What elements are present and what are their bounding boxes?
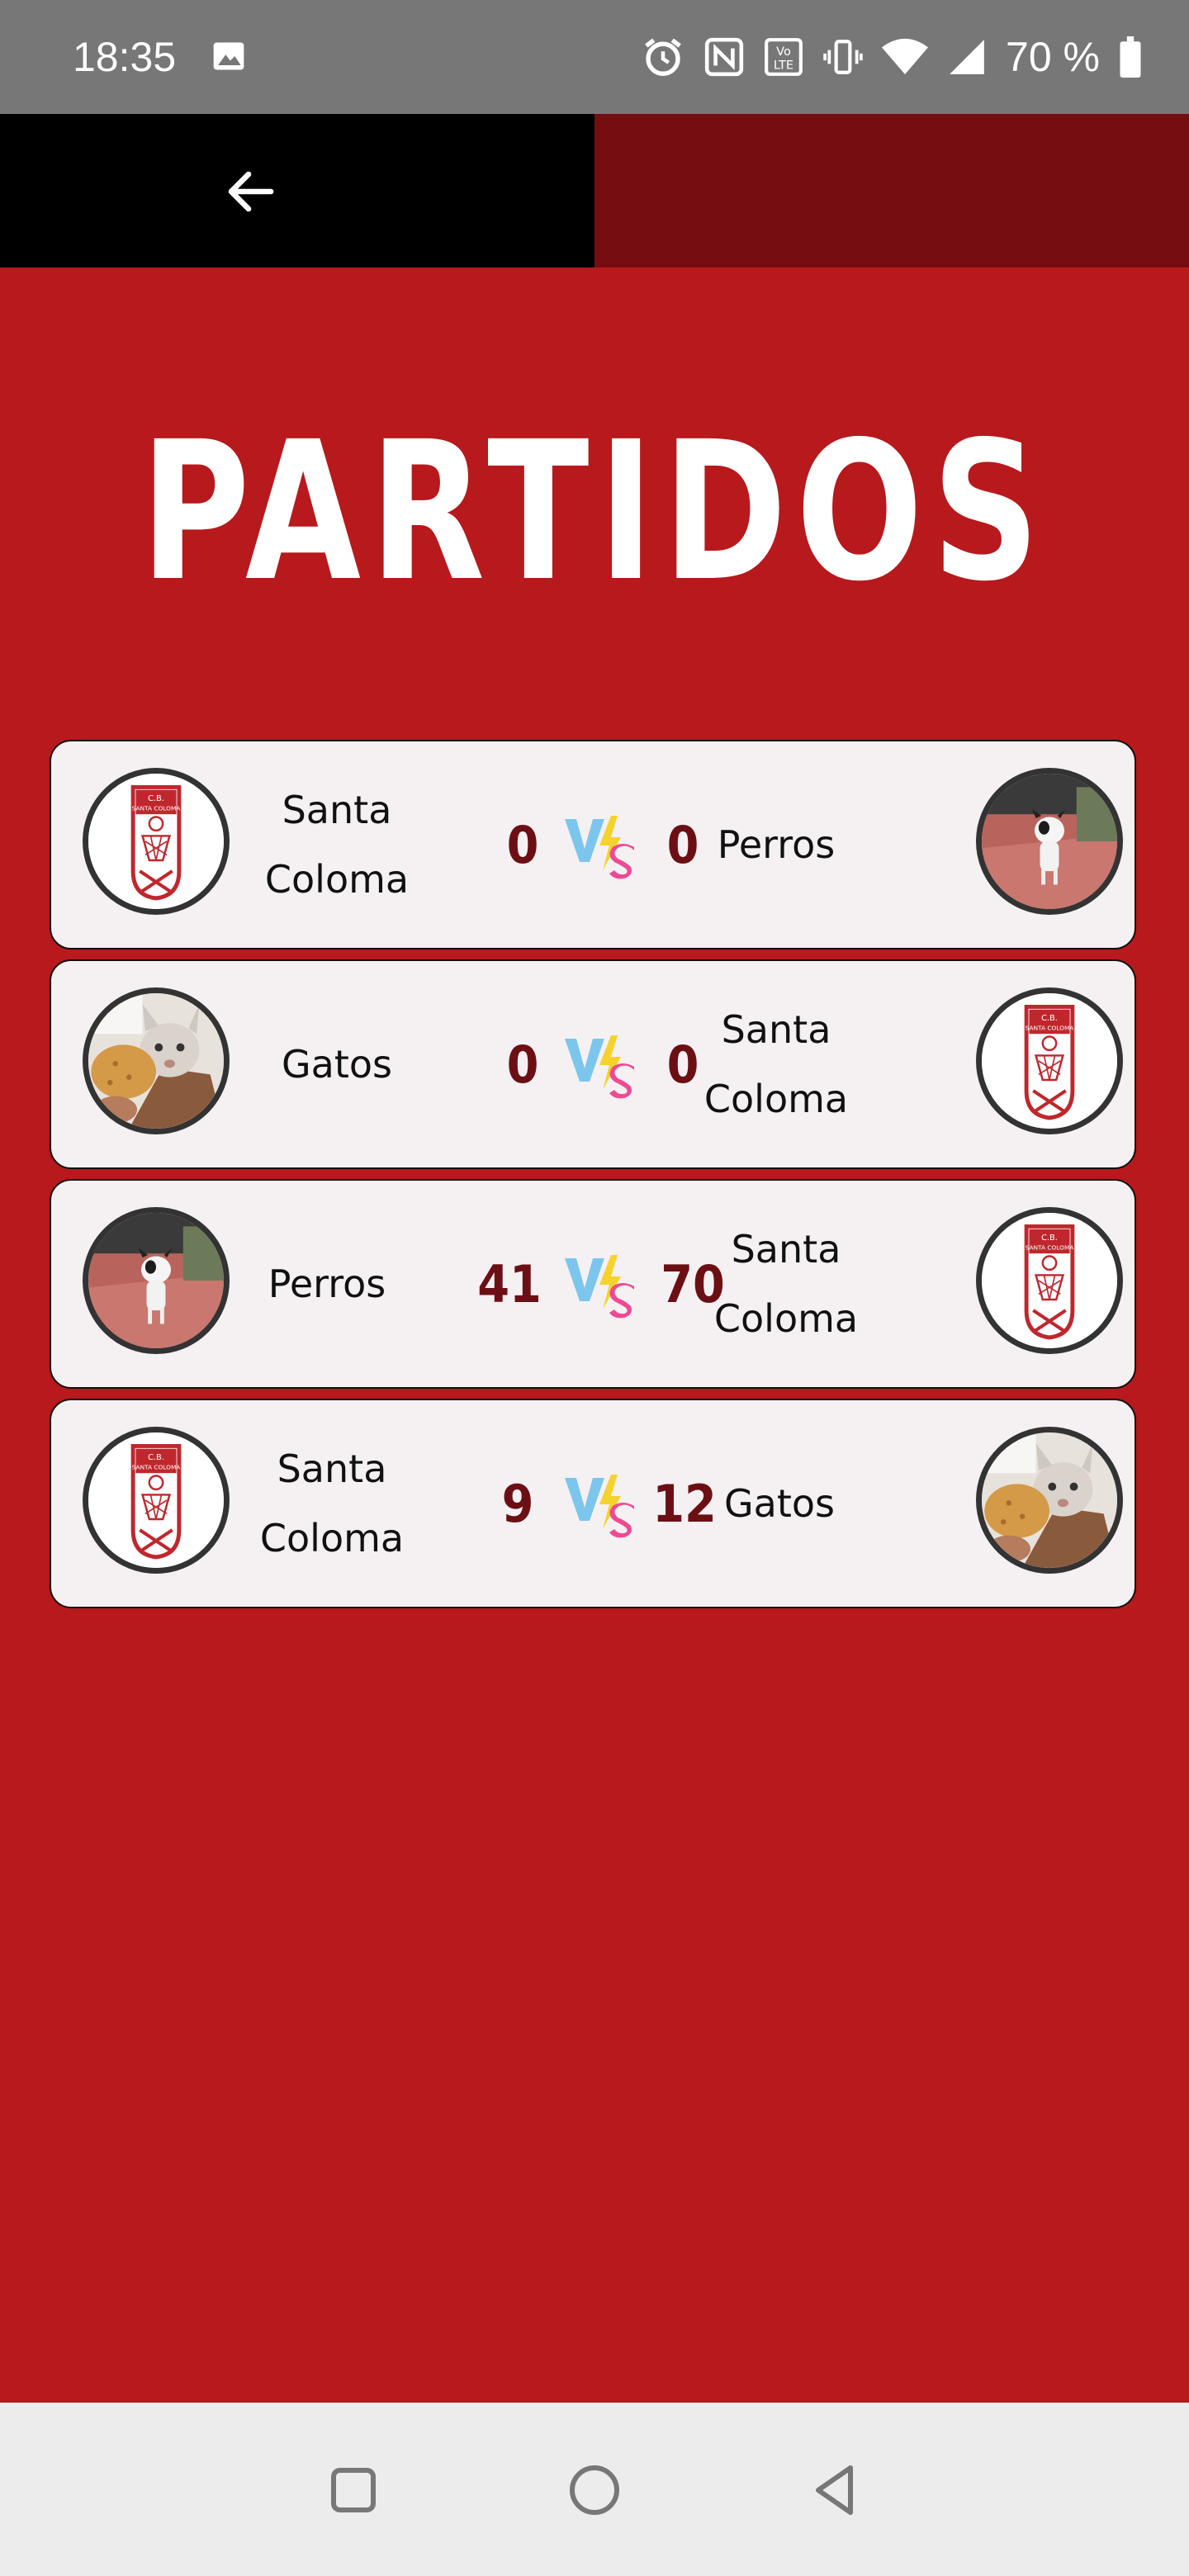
home-team-name: Santa Coloma [264,788,410,902]
vs-icon [563,812,642,882]
svg-text:LTE: LTE [774,59,793,73]
page-title: PARTIDOS [140,400,1049,623]
home-score: 0 [506,1034,539,1095]
club-crest-icon [982,1213,1117,1348]
match-list: Santa Coloma 0 0 Perros Gatos 0 0 Santa … [50,740,1139,1618]
home-team-name: Perros [268,1262,386,1306]
dog-photo-icon [88,1213,224,1348]
app-header [0,114,1189,268]
club-crest-icon [982,993,1117,1129]
volte-icon: Vo LTE [765,38,803,76]
away-team-logo [976,768,1123,915]
cat-photo-icon [88,993,224,1129]
back-icon[interactable] [806,2460,865,2520]
home-score: 41 [477,1253,542,1314]
signal-icon [950,40,984,74]
away-team-name: Santa Coloma [703,1007,849,1121]
match-card[interactable]: Santa Coloma 0 0 Perros [50,740,1136,949]
match-card[interactable]: Gatos 0 0 Santa Coloma [50,959,1136,1169]
club-crest-icon [88,774,224,909]
status-icons: Vo LTE 70 % [641,28,1143,86]
wifi-icon [882,38,929,74]
home-score: 9 [501,1473,534,1534]
cat-photo-icon [982,1432,1117,1568]
arrow-left-icon[interactable] [221,162,281,221]
battery-percentage: 70 % [1006,34,1100,80]
home-team-logo [83,1427,230,1574]
vibrate-icon [823,40,863,74]
home-score: 0 [506,814,539,875]
vs-icon [563,1252,642,1321]
vs-icon [563,1032,642,1101]
away-team-logo [976,1207,1123,1354]
match-card[interactable]: Perros 41 70 Santa Coloma [50,1179,1136,1389]
system-nav-bar [0,2403,1189,2576]
home-team-name: Gatos [282,1042,392,1087]
away-team-name: Santa Coloma [713,1227,859,1341]
alarm-icon [645,38,681,76]
vs-icon [563,1471,642,1541]
dog-photo-icon [982,774,1117,909]
status-time: 18:35 [73,34,177,80]
header-left-panel [0,114,594,268]
home-icon[interactable] [565,2460,624,2520]
match-card[interactable]: Santa Coloma 9 12 Gatos [50,1399,1136,1608]
home-team-logo [83,987,230,1134]
away-team-logo [976,987,1123,1134]
home-team-name: Santa Coloma [259,1447,405,1560]
away-team-name: Gatos [724,1481,835,1526]
home-team-logo [83,768,230,915]
away-team-logo [976,1427,1123,1574]
status-bar: 18:35 Vo LTE 70 % [0,0,1189,114]
home-team-logo [83,1207,230,1354]
battery-icon [1120,36,1141,78]
club-crest-icon [88,1432,224,1568]
svg-text:Vo: Vo [776,45,791,59]
away-team-name: Perros [717,822,836,867]
header-right-panel [594,114,1189,268]
image-icon [213,42,244,70]
nfc-icon [704,37,744,77]
recent-apps-icon[interactable] [324,2460,383,2520]
